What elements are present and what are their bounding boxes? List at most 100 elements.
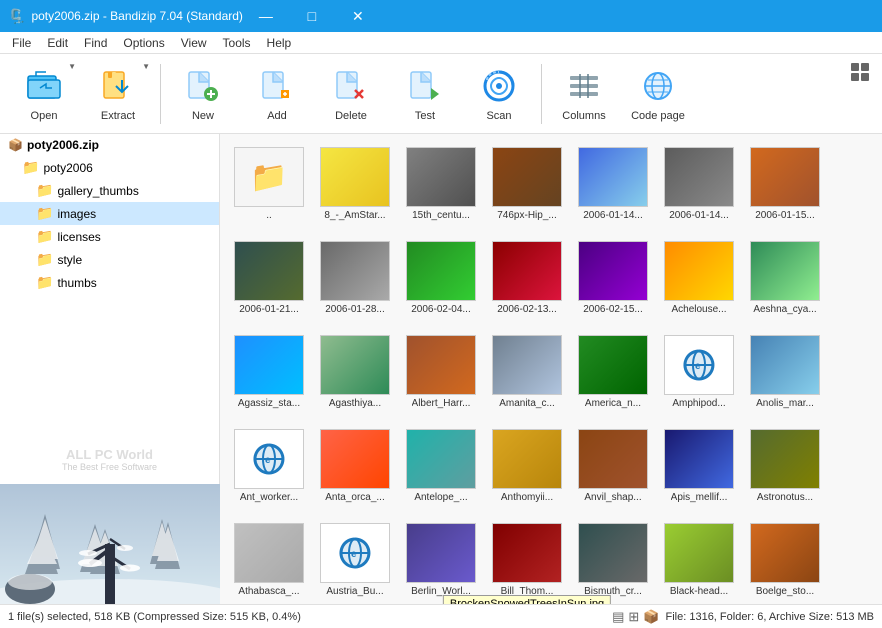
sidebar-item-poty2006[interactable]: 📁poty2006 xyxy=(0,156,219,179)
file-thumbnail xyxy=(406,429,476,489)
file-item[interactable]: e Ant_worker... xyxy=(228,424,310,514)
file-name: 8_-_AmStar... xyxy=(324,209,385,222)
file-item[interactable]: Antelope_... xyxy=(400,424,482,514)
file-thumbnail xyxy=(578,147,648,207)
file-item[interactable]: Bill_Thom... xyxy=(486,518,568,604)
file-item[interactable]: Anvil_shap... xyxy=(572,424,654,514)
file-item[interactable]: Achelouse... xyxy=(658,236,740,326)
sidebar-item-images[interactable]: 📁images xyxy=(0,202,219,225)
sidebar-item-label: images xyxy=(57,207,96,221)
sidebar-item-thumbs[interactable]: 📁thumbs xyxy=(0,271,219,294)
file-item[interactable]: Bismuth_cr... xyxy=(572,518,654,604)
file-item[interactable]: Aeshna_cya... xyxy=(744,236,826,326)
svg-text:e: e xyxy=(265,455,271,466)
sidebar-item-label: licenses xyxy=(57,230,100,244)
file-item[interactable]: 2006-01-21... xyxy=(228,236,310,326)
file-name: Agassiz_sta... xyxy=(238,397,300,410)
separator-2 xyxy=(541,64,542,124)
add-button[interactable]: Add xyxy=(241,58,313,130)
file-thumbnail xyxy=(664,147,734,207)
file-item[interactable]: Agasthiya... xyxy=(314,330,396,420)
menu-file[interactable]: File xyxy=(4,34,39,52)
menu-help[interactable]: Help xyxy=(259,34,300,52)
new-button[interactable]: New xyxy=(167,58,239,130)
codepage-label: Code page xyxy=(631,110,685,122)
file-name: America_n... xyxy=(585,397,641,410)
sidebar-item-gallery_thumbs[interactable]: 📁gallery_thumbs xyxy=(0,179,219,202)
maximize-button[interactable]: □ xyxy=(289,0,335,32)
delete-button[interactable]: Delete xyxy=(315,58,387,130)
file-item[interactable]: Apis_mellif... xyxy=(658,424,740,514)
file-thumbnail: e xyxy=(664,335,734,395)
file-name: 2006-02-04... xyxy=(411,303,471,316)
scan-button[interactable]: Scan xyxy=(463,58,535,130)
file-item[interactable]: Amanita_c... xyxy=(486,330,568,420)
file-item[interactable]: Anta_orca_... xyxy=(314,424,396,514)
view-icon-2[interactable]: ⊞ xyxy=(628,609,639,625)
file-item[interactable]: Boelge_sto... xyxy=(744,518,826,604)
minimize-button[interactable]: — xyxy=(243,0,289,32)
close-button[interactable]: ✕ xyxy=(335,0,381,32)
file-name: Astronotus... xyxy=(757,491,813,504)
sidebar-item-label: gallery_thumbs xyxy=(57,184,138,198)
file-item[interactable]: 15th_centu... xyxy=(400,142,482,232)
file-thumbnail: e xyxy=(234,429,304,489)
file-item[interactable]: Anthomyii... xyxy=(486,424,568,514)
file-item[interactable]: America_n... xyxy=(572,330,654,420)
file-item[interactable]: Berlin_Worl... xyxy=(400,518,482,604)
open-button[interactable]: Open ▼ xyxy=(8,58,80,130)
file-name: 2006-01-21... xyxy=(239,303,299,316)
app-icon: 🗜️ xyxy=(8,8,25,25)
menu-edit[interactable]: Edit xyxy=(39,34,76,52)
file-item[interactable]: e Amphipod... xyxy=(658,330,740,420)
file-item[interactable]: Athabasca_... xyxy=(228,518,310,604)
file-item[interactable]: 2006-02-04... xyxy=(400,236,482,326)
file-item[interactable]: 746px-Hip_... xyxy=(486,142,568,232)
file-thumbnail: e xyxy=(320,523,390,583)
file-thumbnail xyxy=(320,241,390,301)
file-item[interactable]: Black-head... xyxy=(658,518,740,604)
file-thumbnail xyxy=(406,335,476,395)
file-item[interactable]: 8_-_AmStar... xyxy=(314,142,396,232)
file-thumbnail xyxy=(750,523,820,583)
file-item[interactable]: 📁.. xyxy=(228,142,310,232)
root-label: poty2006.zip xyxy=(27,138,99,152)
file-item[interactable]: 2006-02-15... xyxy=(572,236,654,326)
grid-view-icon[interactable] xyxy=(846,58,874,89)
file-item[interactable]: Anolis_mar... xyxy=(744,330,826,420)
codepage-button[interactable]: Code page xyxy=(622,58,694,130)
file-tooltip: BrockenSnowedTreesInSun.jpg xyxy=(443,595,611,604)
file-name: 15th_centu... xyxy=(412,209,470,222)
file-thumbnail xyxy=(406,523,476,583)
file-item[interactable]: 2006-01-28... xyxy=(314,236,396,326)
test-button[interactable]: Test xyxy=(389,58,461,130)
sidebar-root[interactable]: 📦 poty2006.zip xyxy=(0,134,219,156)
file-item[interactable]: 2006-01-14... xyxy=(658,142,740,232)
file-item[interactable]: Astronotus... xyxy=(744,424,826,514)
file-item[interactable]: e Austria_Bu... xyxy=(314,518,396,604)
file-item[interactable]: Albert_Harr... xyxy=(400,330,482,420)
file-name: Anvil_shap... xyxy=(584,491,641,504)
file-item[interactable]: 2006-01-15... xyxy=(744,142,826,232)
file-item[interactable]: 2006-01-14... xyxy=(572,142,654,232)
menu-find[interactable]: Find xyxy=(76,34,115,52)
file-thumbnail xyxy=(320,429,390,489)
view-icon-1[interactable]: ▤ xyxy=(612,609,624,625)
left-panel: 📦 poty2006.zip 📁poty2006📁gallery_thumbs📁… xyxy=(0,134,220,604)
file-item[interactable]: Agassiz_sta... xyxy=(228,330,310,420)
file-thumbnail xyxy=(492,429,562,489)
file-name: Achelouse... xyxy=(671,303,726,316)
scan-label: Scan xyxy=(486,110,511,122)
file-name: Anolis_mar... xyxy=(756,397,814,410)
menu-tools[interactable]: Tools xyxy=(215,34,259,52)
menu-options[interactable]: Options xyxy=(115,34,172,52)
extract-dropdown-icon: ▼ xyxy=(142,62,150,71)
file-name: Ant_worker... xyxy=(240,491,298,504)
file-item[interactable]: 2006-02-13... xyxy=(486,236,568,326)
sidebar-item-licenses[interactable]: 📁licenses xyxy=(0,225,219,248)
menu-view[interactable]: View xyxy=(173,34,215,52)
columns-button[interactable]: Columns xyxy=(548,58,620,130)
extract-button[interactable]: Extract ▼ xyxy=(82,58,154,130)
sidebar-item-style[interactable]: 📁style xyxy=(0,248,219,271)
status-left: 1 file(s) selected, 518 KB (Compressed S… xyxy=(8,611,301,623)
